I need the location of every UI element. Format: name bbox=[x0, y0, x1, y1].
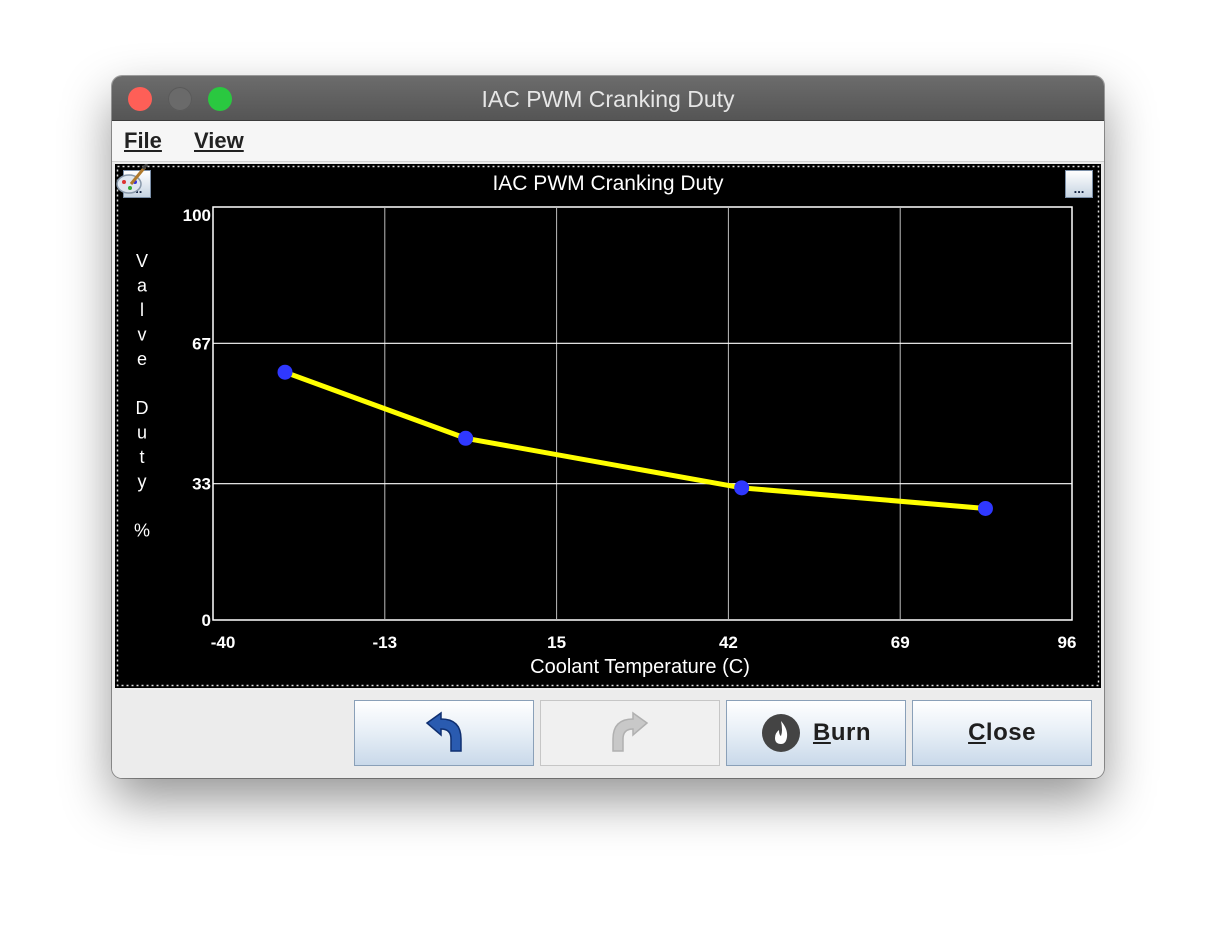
panel-options-button[interactable]: ... bbox=[1065, 170, 1093, 198]
data-point[interactable] bbox=[734, 480, 750, 496]
x-axis-label: Coolant Temperature (C) bbox=[530, 656, 750, 678]
data-point[interactable] bbox=[277, 364, 293, 380]
app-window: IAC PWM Cranking Duty File View IAC PWM … bbox=[112, 76, 1104, 778]
menu-view-label: View bbox=[194, 128, 244, 153]
y-tick-label: 0 bbox=[202, 611, 211, 630]
x-tick-label: -13 bbox=[373, 633, 398, 652]
undo-arrow-icon bbox=[425, 711, 462, 752]
x-tick-label: 69 bbox=[891, 633, 910, 652]
y-tick-label: 33 bbox=[192, 475, 211, 494]
menu-file[interactable]: File bbox=[124, 121, 162, 161]
y-tick-label: 67 bbox=[192, 334, 211, 353]
x-tick-label: 15 bbox=[547, 633, 566, 652]
y-tick-label: 100 bbox=[183, 206, 211, 225]
burn-label: urn bbox=[830, 719, 871, 746]
plot-frame bbox=[212, 206, 1073, 621]
paintbrush-icon[interactable] bbox=[115, 164, 149, 196]
data-point[interactable] bbox=[458, 430, 474, 446]
window-title: IAC PWM Cranking Duty bbox=[481, 86, 735, 112]
flame-icon bbox=[761, 714, 800, 752]
close-mnemonic: C bbox=[968, 719, 986, 746]
title-bar: IAC PWM Cranking Duty bbox=[112, 76, 1104, 121]
close-label: lose bbox=[985, 719, 1036, 746]
x-tick-label: 42 bbox=[719, 633, 738, 652]
menu-bar: File View bbox=[112, 121, 1104, 162]
close-button[interactable]: Close bbox=[912, 700, 1092, 766]
data-point[interactable] bbox=[977, 500, 993, 516]
burn-button[interactable]: Burn bbox=[726, 700, 906, 766]
chart-title: IAC PWM Cranking Duty bbox=[492, 172, 724, 195]
menu-view[interactable]: View bbox=[194, 121, 244, 161]
redo-button[interactable] bbox=[540, 700, 720, 766]
x-tick-label: 96 bbox=[1058, 633, 1077, 652]
menu-file-label: File bbox=[124, 128, 162, 153]
series-line bbox=[282, 369, 988, 511]
y-axis-label: Valve Duty % bbox=[134, 251, 150, 541]
line-chart: IAC PWM Cranking Duty -40 -13 15 42 69 96 0 33 67… bbox=[116, 165, 1100, 687]
button-bar: Burn Close bbox=[112, 690, 1104, 778]
panel-border bbox=[116, 165, 1100, 687]
redo-arrow-icon bbox=[612, 711, 649, 752]
chart-panel: IAC PWM Cranking Duty -40 -13 15 42 69 96 0 33 67… bbox=[115, 164, 1101, 688]
burn-mnemonic: B bbox=[812, 719, 831, 746]
undo-button[interactable] bbox=[354, 700, 534, 766]
x-tick-label: -40 bbox=[211, 633, 236, 652]
